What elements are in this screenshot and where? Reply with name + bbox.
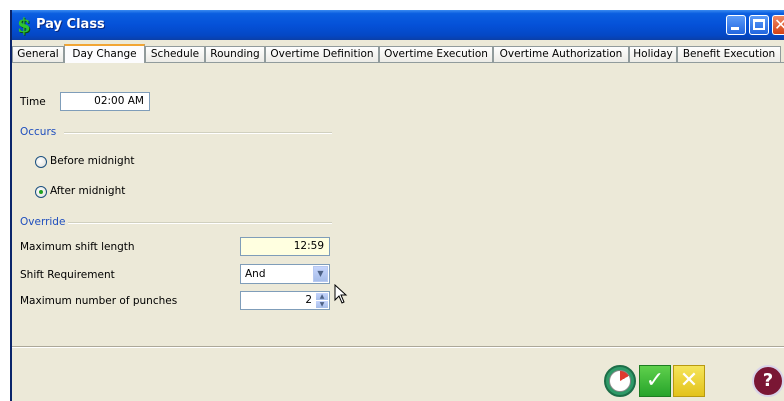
- shift-requirement-dropdown[interactable]: And ▼: [240, 264, 330, 284]
- spin-up-icon[interactable]: ▲: [316, 293, 328, 300]
- spinner-buttons[interactable]: ▲ ▼: [316, 293, 328, 308]
- time-label: Time: [20, 96, 46, 108]
- max-punches-stepper[interactable]: 2 ▲ ▼: [240, 291, 330, 310]
- tab-rounding[interactable]: Rounding: [205, 46, 265, 62]
- question-mark-icon: ?: [762, 370, 774, 391]
- minimize-icon: [731, 27, 739, 30]
- tab-day-change[interactable]: Day Change: [64, 44, 145, 63]
- clock-icon: [609, 370, 631, 392]
- tab-general[interactable]: General: [12, 46, 64, 62]
- ok-button[interactable]: ✓: [639, 365, 671, 397]
- cancel-x-icon: ✕: [679, 368, 699, 393]
- tab-overtime-definition[interactable]: Overtime Definition: [265, 46, 379, 62]
- minimize-button[interactable]: [726, 15, 746, 35]
- cancel-button[interactable]: ✕: [673, 365, 705, 397]
- max-shift-length-field[interactable]: 12:59: [240, 237, 330, 256]
- override-heading: Override: [20, 216, 66, 228]
- time-field[interactable]: 02:00 AM: [60, 92, 150, 111]
- close-icon: ✕: [774, 16, 784, 34]
- tab-overtime-execution[interactable]: Overtime Execution: [379, 46, 493, 62]
- occurs-divider: [64, 132, 332, 134]
- maximize-button[interactable]: [749, 15, 769, 35]
- tab-holiday[interactable]: Holiday: [629, 46, 677, 62]
- maximize-icon: [753, 19, 765, 30]
- tab-overtime-authorization[interactable]: Overtime Authorization: [493, 46, 629, 62]
- footer-divider: [12, 346, 784, 348]
- radio-selected-dot: [39, 190, 43, 194]
- occurs-heading: Occurs: [20, 126, 57, 138]
- max-punches-label: Maximum number of punches: [20, 295, 178, 307]
- shift-requirement-label: Shift Requirement: [20, 269, 115, 281]
- shift-requirement-value: And: [245, 268, 266, 280]
- after-midnight-radio[interactable]: [35, 186, 47, 198]
- after-midnight-label[interactable]: After midnight: [50, 185, 125, 197]
- tab-schedule[interactable]: Schedule: [145, 46, 205, 62]
- close-button[interactable]: ✕: [772, 15, 784, 35]
- max-shift-length-label: Maximum shift length: [20, 241, 135, 253]
- chevron-down-icon[interactable]: ▼: [313, 266, 328, 282]
- tab-benefit-execution[interactable]: Benefit Execution: [677, 46, 781, 62]
- before-midnight-label[interactable]: Before midnight: [50, 155, 135, 167]
- tab-strip: General Day Change Schedule Rounding Ove…: [12, 44, 784, 63]
- window-title: Pay Class: [36, 17, 105, 32]
- before-midnight-radio[interactable]: [35, 156, 47, 168]
- max-punches-value: 2: [305, 294, 312, 306]
- title-bar[interactable]: $ Pay Class ✕: [12, 10, 784, 40]
- help-button[interactable]: ?: [752, 365, 784, 397]
- mouse-pointer-icon: [334, 284, 348, 304]
- checkmark-icon: ✓: [645, 368, 665, 393]
- override-divider: [68, 222, 332, 224]
- clock-button[interactable]: [604, 365, 636, 397]
- spin-down-icon[interactable]: ▼: [316, 301, 328, 308]
- dollar-app-icon: $: [17, 13, 31, 37]
- pay-class-window: $ Pay Class ✕ General Day Change Schedul…: [10, 10, 784, 401]
